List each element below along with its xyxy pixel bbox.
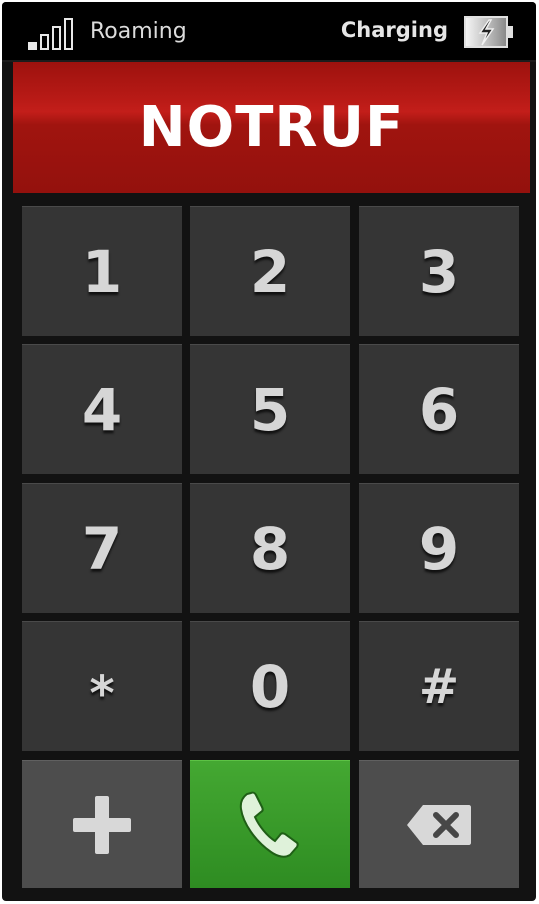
plus-icon (73, 795, 131, 854)
key-hash[interactable]: # (359, 621, 519, 751)
key-4[interactable]: 4 (22, 344, 182, 474)
key-8-label: 8 (249, 514, 291, 583)
network-status-label: Roaming (90, 19, 187, 44)
delete-button[interactable] (359, 760, 519, 888)
key-5-label: 5 (249, 375, 291, 444)
signal-bars-icon (28, 16, 78, 50)
add-contact-button[interactable] (22, 760, 182, 888)
key-hash-label: # (418, 658, 460, 715)
key-4-label: 4 (81, 375, 123, 444)
key-2-label: 2 (249, 237, 291, 306)
key-1[interactable]: 1 (22, 206, 182, 336)
key-star-label: * (89, 665, 115, 722)
key-7-label: 7 (81, 514, 123, 583)
call-button[interactable] (190, 760, 350, 888)
key-0-label: 0 (249, 652, 291, 721)
battery-status-label: Charging (340, 18, 448, 42)
key-6-label: 6 (418, 375, 460, 444)
emergency-title-banner: NOTRUF (13, 62, 530, 193)
phone-screen: Roaming Charging NOTRUF 1 2 3 4 5 6 7 8 (2, 2, 536, 901)
key-7[interactable]: 7 (22, 483, 182, 613)
key-1-label: 1 (81, 237, 123, 306)
backspace-icon (407, 804, 471, 845)
phone-handset-icon (239, 791, 299, 858)
key-8[interactable]: 8 (190, 483, 350, 613)
battery-charging-icon (464, 16, 514, 48)
key-6[interactable]: 6 (359, 344, 519, 474)
status-bar: Roaming Charging (2, 2, 536, 62)
key-2[interactable]: 2 (190, 206, 350, 336)
key-3[interactable]: 3 (359, 206, 519, 336)
key-3-label: 3 (418, 237, 460, 306)
key-9[interactable]: 9 (359, 483, 519, 613)
key-5[interactable]: 5 (190, 344, 350, 474)
page-title: NOTRUF (138, 95, 405, 160)
key-9-label: 9 (418, 514, 460, 583)
key-star[interactable]: * (22, 621, 182, 751)
key-0[interactable]: 0 (190, 621, 350, 751)
